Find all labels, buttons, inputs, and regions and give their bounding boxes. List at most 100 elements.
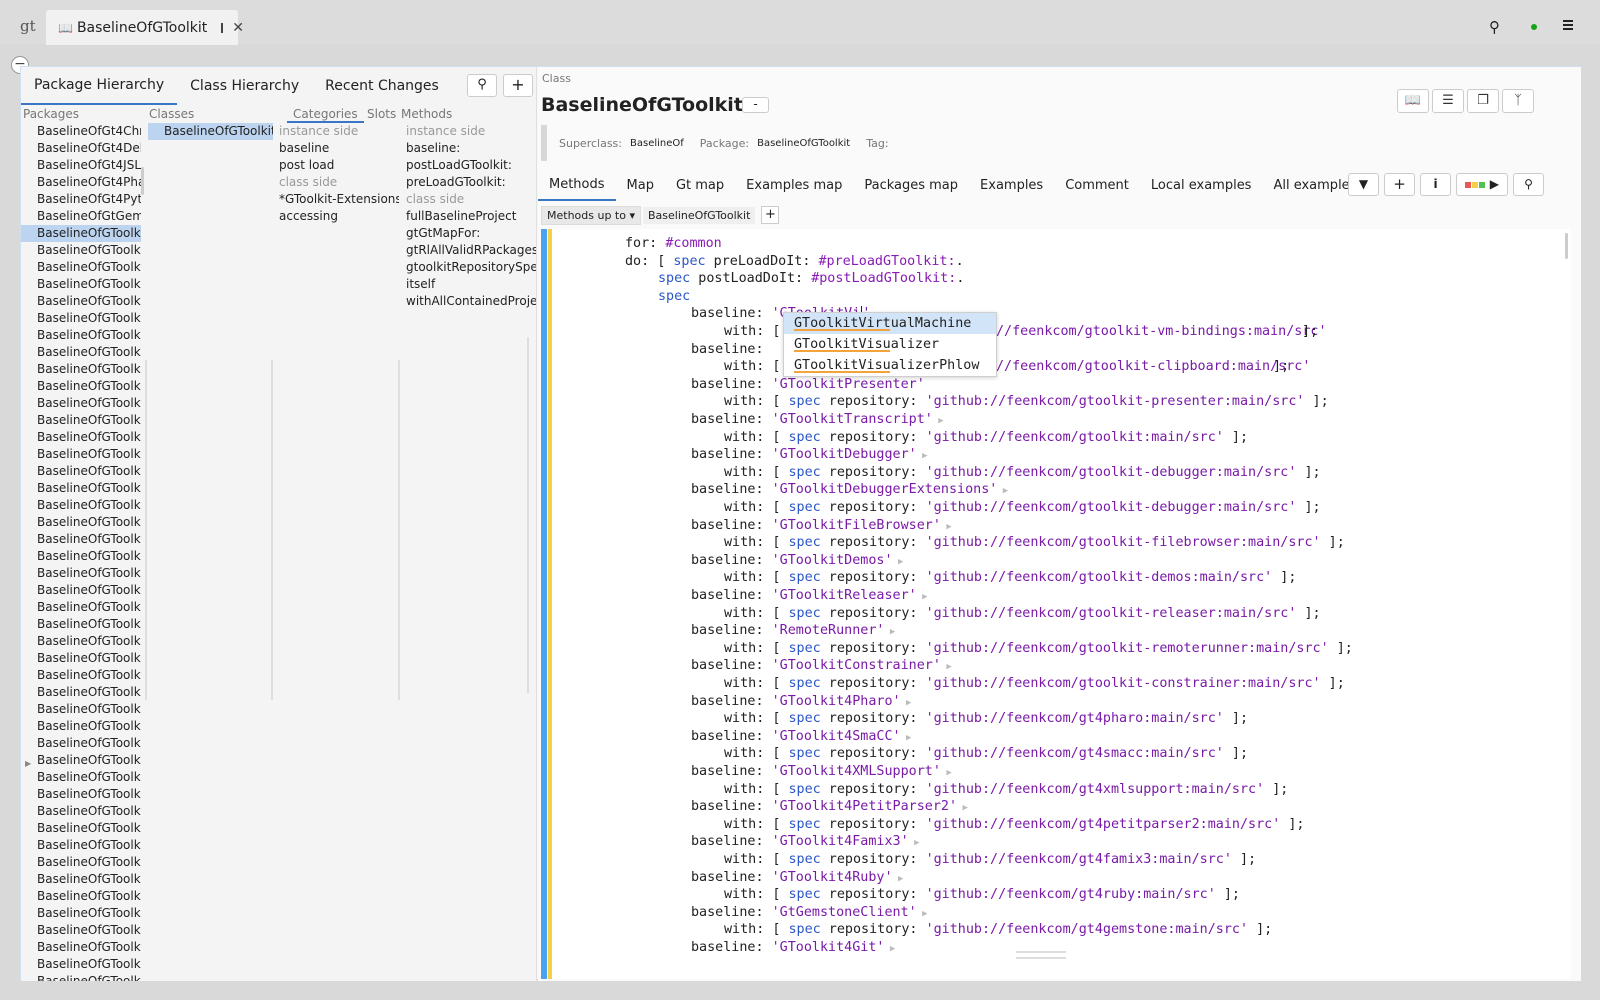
expand-triangle-icon[interactable]: ▶ [917, 451, 927, 461]
hierarchy-button[interactable]: ☰ [1432, 89, 1464, 113]
completion-item[interactable]: GToolkitVirtualMachine [784, 313, 996, 334]
package-item[interactable]: BaselineOfGToolkitC [21, 599, 141, 616]
add-method-button[interactable]: + [1384, 173, 1415, 196]
expand-triangle-icon[interactable]: ▶ [885, 627, 895, 637]
tab-local-examples[interactable]: Local examples [1140, 169, 1263, 201]
package-item[interactable]: BaselineOfGToolkitD [21, 769, 141, 786]
package-item[interactable]: BaselineOfGToolkitA [21, 548, 141, 565]
editor-scrollbar[interactable] [1565, 233, 1568, 259]
expand-triangle-icon[interactable]: ▶ [941, 768, 951, 778]
resize-handle[interactable] [1016, 951, 1066, 959]
package-item[interactable]: BaselineOfGToolkit4 [21, 514, 141, 531]
package-item[interactable]: BaselineOfGToolkitD [21, 786, 141, 803]
gt-logo[interactable]: gt [20, 17, 36, 35]
class-item[interactable]: BaselineOfGToolkit [148, 123, 273, 140]
expand-triangle-icon[interactable]: ▶ [901, 698, 911, 708]
package-item[interactable]: BaselineOfGToolkit4 [21, 412, 141, 429]
package-item[interactable]: BaselineOfGToolkitG [21, 939, 141, 956]
package-item[interactable]: BaselineOfGToolkit4 [21, 259, 141, 276]
tab-examples-map[interactable]: Examples map [735, 169, 853, 201]
package-item[interactable]: BaselineOfGToolkit4 [21, 497, 141, 514]
package-item[interactable]: BaselineOfGToolkitF [21, 922, 141, 939]
expand-triangle-icon[interactable]: ▶ [901, 733, 911, 743]
tab-gt-map[interactable]: Gt map [665, 169, 735, 201]
column-divider[interactable] [527, 337, 529, 693]
package-item[interactable]: BaselineOfGt4Debug [21, 140, 141, 157]
package-item[interactable]: BaselineOfGToolkit4 [21, 395, 141, 412]
close-icon[interactable]: ✕ [232, 20, 244, 36]
categories-header[interactable]: Categories [287, 107, 364, 123]
package-item[interactable]: BaselineOfGToolkit4 [21, 446, 141, 463]
tab-examples[interactable]: Examples [969, 169, 1054, 201]
search-icon[interactable]: ⚲ [1489, 18, 1500, 36]
package-item[interactable]: BaselineOfGtGemsto [21, 208, 141, 225]
methods-up-to-dropdown[interactable]: Methods up to [541, 205, 642, 225]
package-item[interactable]: BaselineOfGToolkitB [21, 565, 141, 582]
package-item[interactable]: BaselineOfGToolkitC [21, 650, 141, 667]
column-divider[interactable] [398, 360, 400, 700]
package-item[interactable]: BaselineOfGToolkitD [21, 752, 141, 769]
column-divider[interactable] [145, 360, 147, 700]
tab-comment[interactable]: Comment [1054, 169, 1140, 201]
package-item[interactable]: BaselineOfGToolkit4 [21, 344, 141, 361]
navigator-search-button[interactable]: ⚲ [467, 74, 497, 97]
methods-class-label[interactable]: BaselineOfGToolkit [643, 206, 756, 224]
package-item[interactable]: BaselineOfGToolkitC [21, 616, 141, 633]
tab-methods[interactable]: Methods [538, 169, 616, 201]
menu-icon[interactable] [1563, 20, 1573, 32]
package-item[interactable]: BaselineOfGToolkitG [21, 973, 141, 981]
method-item[interactable]: itself [406, 276, 536, 293]
packages-scrollbar[interactable] [141, 167, 144, 195]
search-methods-button[interactable]: ⚲ [1513, 173, 1544, 196]
package-item[interactable]: BaselineOfGToolkitB [21, 582, 141, 599]
tab-class-hierarchy[interactable]: Class Hierarchy [177, 67, 312, 105]
completion-item[interactable]: GToolkitVisualizerPhlow [784, 355, 996, 376]
package-item[interactable]: BaselineOfGToolkitD [21, 701, 141, 718]
expand-triangle-icon[interactable]: ▶ [909, 838, 919, 848]
package-item[interactable]: BaselineOfGToolkitC [21, 667, 141, 684]
code-editor[interactable]: for: #common do: [ spec preLoadDoIt: #pre… [541, 229, 1571, 979]
package-item[interactable]: BaselineOfGToolkit4 [21, 480, 141, 497]
expand-triangle-icon[interactable]: ▶ [941, 522, 951, 532]
package-item[interactable]: BaselineOfGToolkit4 [21, 242, 141, 259]
category-item[interactable]: baseline [279, 140, 399, 157]
expand-triangle-icon[interactable]: ▶ [917, 909, 927, 919]
expand-triangle-icon[interactable]: ▶ [933, 416, 943, 426]
category-item[interactable]: *GToolkit-Extensions [279, 191, 399, 208]
expand-triangle-icon[interactable]: ▶ [957, 803, 967, 813]
package-item[interactable]: BaselineOfGToolkit4 [21, 276, 141, 293]
package-item[interactable]: BaselineOfGToolkit4 [21, 310, 141, 327]
completion-item[interactable]: GToolkitVisualizer [784, 334, 996, 355]
method-item[interactable]: withAllContainedProje [406, 293, 536, 310]
package-item[interactable]: BaselineOfGToolkit4 [21, 378, 141, 395]
package-item[interactable]: BaselineOfGToolkitD [21, 718, 141, 735]
package-item[interactable]: BaselineOfGToolkit [21, 225, 141, 242]
expand-triangle-icon[interactable]: ▶ [885, 944, 895, 954]
package-item[interactable]: BaselineOfGToolkitD [21, 684, 141, 701]
navigator-add-button[interactable]: + [503, 74, 533, 97]
package-item[interactable]: BaselineOfGt4Pharo [21, 174, 141, 191]
package-item[interactable]: BaselineOfGToolkitD [21, 735, 141, 752]
package-item[interactable]: BaselineOfGToolkitE [21, 854, 141, 871]
package-item[interactable]: BaselineOfGToolkit4 [21, 463, 141, 480]
method-item[interactable]: gtRlAllValidRPackages [406, 242, 536, 259]
method-item[interactable]: preLoadGToolkit: [406, 174, 536, 191]
expand-triangle-icon[interactable]: ▶ [917, 592, 927, 602]
package-item[interactable]: BaselineOfGToolkit4 [21, 361, 141, 378]
run-examples-button[interactable]: ▶ [1456, 173, 1508, 196]
package-item[interactable]: BaselineOfGt4Chrom [21, 123, 141, 140]
expand-triangle-icon[interactable]: ▶ [893, 557, 903, 567]
title-minus-button[interactable]: - [742, 97, 769, 113]
category-item[interactable]: accessing [279, 208, 399, 225]
info-button[interactable]: i [1420, 173, 1451, 196]
column-divider[interactable] [271, 360, 273, 700]
package-item[interactable]: BaselineOfGToolkit4 [21, 293, 141, 310]
tab-package-hierarchy[interactable]: Package Hierarchy [21, 67, 178, 105]
method-item[interactable]: postLoadGToolkit: [406, 157, 536, 174]
maximize-icon[interactable] [221, 22, 224, 33]
package-item[interactable]: BaselineOfGToolkitD [21, 803, 141, 820]
package-item[interactable]: BaselineOfGt4Pytho [21, 191, 141, 208]
method-item[interactable]: fullBaselineProject [406, 208, 536, 225]
tab-recent-changes[interactable]: Recent Changes [312, 67, 452, 105]
package-item[interactable]: BaselineOfGToolkitF [21, 888, 141, 905]
